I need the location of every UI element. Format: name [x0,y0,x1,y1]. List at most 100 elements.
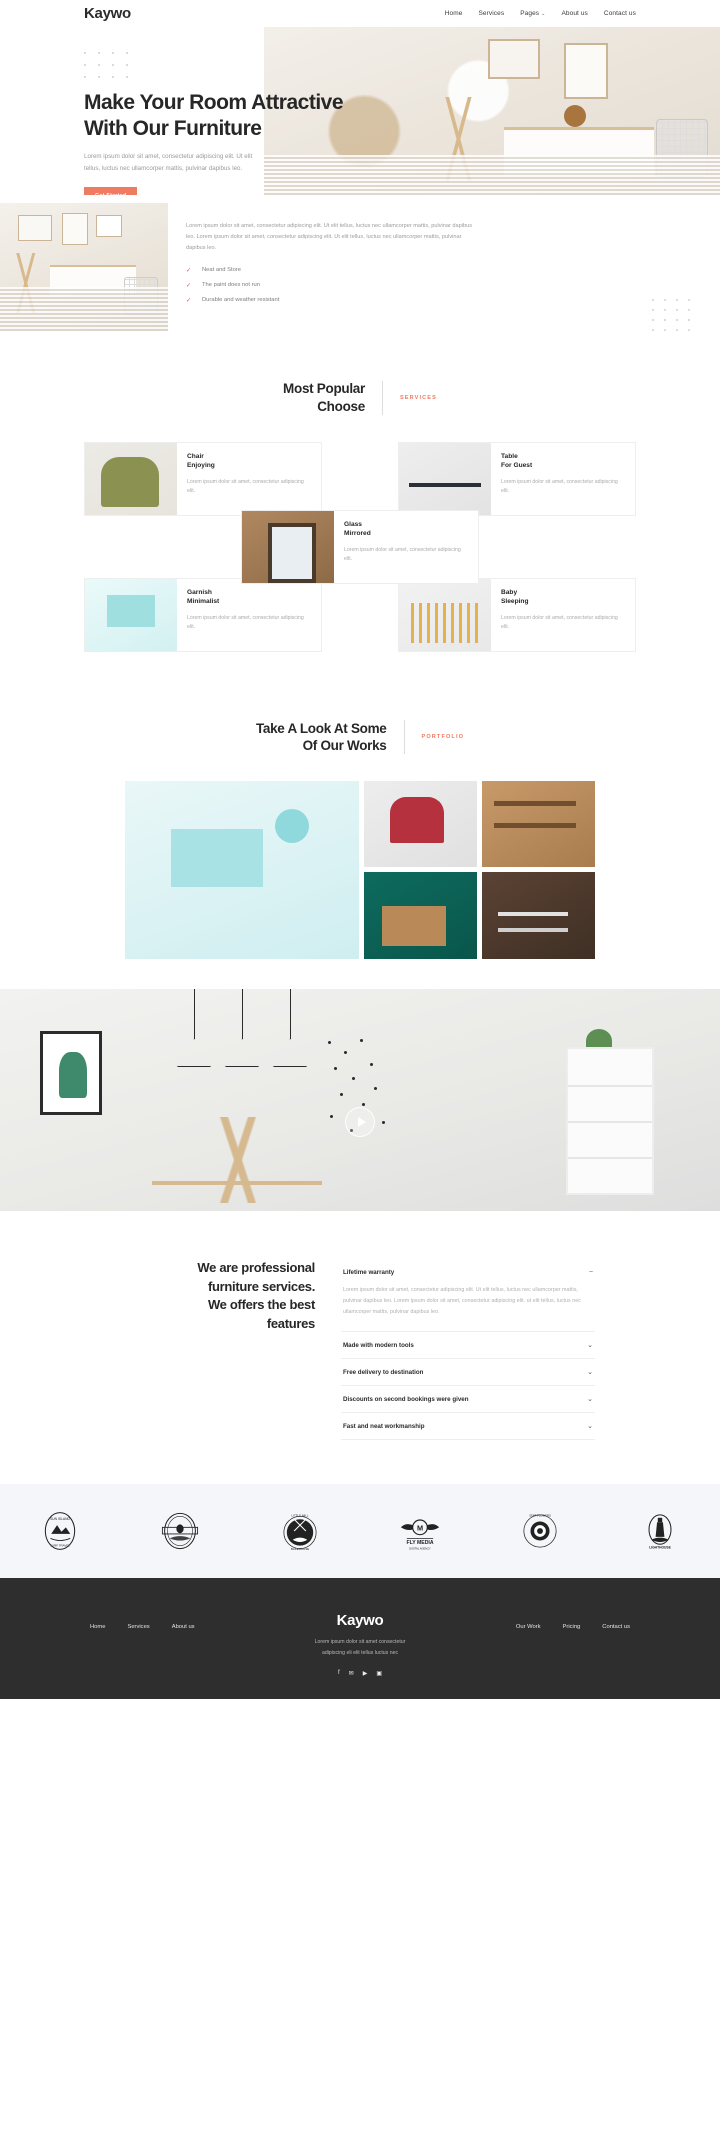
star-flowers-logo[interactable]: STAR FLOWERS [518,1509,562,1553]
portfolio-right-grid [364,781,595,960]
services-tag: SERVICES [399,394,437,401]
svg-text:BAKEHOUSE: BAKEHOUSE [291,1548,309,1552]
get-started-button[interactable]: Get Started [84,187,138,195]
service-desc: Lorem ipsum dolor sit amet, consectetur … [187,614,304,631]
dot-decor [322,1037,412,1157]
footer-brand[interactable]: Kaywo [260,1612,460,1629]
nav-item-about[interactable]: About us [561,10,587,17]
brand-logo[interactable]: Kaywo [84,5,131,22]
pendant-lamp [176,989,212,1068]
fly-media-logo[interactable]: M FLY MEDIA DIGITAL AGENCY [398,1509,442,1553]
accordion-header[interactable]: Discounts on second bookings were given … [341,1386,595,1412]
check-icon: ✓ [186,267,192,274]
nav-item-services[interactable]: Services [478,10,504,17]
chair-thumb [85,442,177,515]
portfolio-item-dining[interactable] [482,872,595,960]
basket-decor [124,277,158,315]
services-heading: Most Popular Choose SERVICES [0,380,720,416]
bookshelf-decor [566,1047,654,1196]
service-desc: Lorem ipsum dolor sit amet, consectetur … [501,478,618,495]
chevron-down-icon[interactable]: ⌄ [587,1369,593,1376]
twitter-icon[interactable]: ✉ [349,1670,354,1677]
portfolio-heading: Take A Look At Some Of Our Works PORTFOL… [0,720,720,756]
facebook-icon[interactable]: f [338,1670,340,1677]
about-image [0,203,168,331]
youtube-icon[interactable]: ▶ [363,1670,368,1677]
chevron-down-icon[interactable]: ⌄ [587,1423,593,1430]
hero-title: Make Your Room Attractive With Our Furni… [84,90,420,141]
little-mill-bakehouse-logo[interactable]: LITTLE MILL BAKEHOUSE [278,1509,322,1553]
play-icon [357,1117,366,1128]
service-card-body: Baby Sleeping Lorem ipsum dolor sit amet… [491,579,635,651]
wall-frame [96,215,122,237]
accordion-answer: Lorem ipsum dolor sit amet, consectetur … [343,1287,581,1316]
svg-text:SURF TRAVEL: SURF TRAVEL [50,1544,70,1548]
service-card-mirror[interactable]: Glass Mirrored Lorem ipsum dolor sit ame… [241,509,479,584]
faq-section: We are professional furniture services. … [0,1211,720,1485]
accordion-question: Free delivery to destination [343,1369,424,1377]
service-title-line1: Chair [187,452,204,460]
checklist-label: The paint does not run [202,282,261,289]
accordion-header[interactable]: Fast and neat workmanship ⌄ [341,1413,595,1439]
service-card-body: Table For Guest Lorem ipsum dolor sit am… [491,443,635,515]
check-icon: ✓ [186,282,192,289]
svg-text:LITTLE MILL: LITTLE MILL [292,1514,309,1518]
svg-text:SUN ISLAND: SUN ISLAND [50,1517,70,1521]
chevron-down-icon[interactable]: ⌄ [587,1342,593,1349]
footer-link-our-work[interactable]: Our Work [516,1624,541,1630]
service-title-line2: Minimalist [187,598,220,606]
badge-crest-logo[interactable] [158,1509,202,1553]
portfolio-item-green-room[interactable] [364,872,477,960]
nav-label: About us [561,10,588,17]
portfolio-item-red-chair[interactable] [364,781,477,868]
service-card-body: Garnish Minimalist Lorem ipsum dolor sit… [177,579,321,651]
faq-inner: We are professional furniture services. … [125,1259,595,1441]
hero-section: Make Your Room Attractive With Our Furni… [0,27,720,195]
sun-island-surf-travel-logo[interactable]: SUN ISLAND SURF TRAVEL [38,1509,82,1553]
faq-title-line4: features [266,1315,315,1331]
service-card-garnish[interactable]: Garnish Minimalist Lorem ipsum dolor sit… [84,577,322,652]
accordion-item-discounts: Discounts on second bookings were given … [341,1386,595,1414]
service-card-chair[interactable]: Chair Enjoying Lorem ipsum dolor sit ame… [84,441,322,516]
service-card-baby[interactable]: Baby Sleeping Lorem ipsum dolor sit amet… [398,577,636,652]
services-row-bottom: Garnish Minimalist Lorem ipsum dolor sit… [84,577,636,652]
footer-link-services[interactable]: Services [127,1624,149,1630]
svg-text:LIGHTHOUSE: LIGHTHOUSE [649,1546,671,1550]
minus-icon[interactable]: − [589,1269,593,1276]
service-title: Table For Guest [501,452,625,471]
heading-divider [381,380,383,415]
mirror-thumb [242,510,334,583]
portfolio-item-wood-shelf[interactable] [482,781,595,868]
service-card-table[interactable]: Table For Guest Lorem ipsum dolor sit am… [398,441,636,516]
nav-item-pages[interactable]: Pages ⌄ [520,10,545,17]
chevron-down-icon[interactable]: ⌄ [587,1396,593,1403]
nav-item-contact[interactable]: Contact us [604,10,636,17]
footer-link-home[interactable]: Home [90,1624,105,1630]
wall-frame [18,215,52,241]
pendant-lamp [224,989,260,1068]
faq-title-line1: We are professional [197,1260,315,1276]
hero-title-line1: Make Your Room Attractive [84,91,344,114]
portfolio-item-desk[interactable] [125,781,359,960]
footer-link-pricing[interactable]: Pricing [563,1624,581,1630]
accordion-header[interactable]: Lifetime warranty − [341,1259,595,1285]
lighthouse-logo[interactable]: LIGHTHOUSE [638,1509,682,1553]
footer-brand-block: Kaywo Lorem ipsum dolor sit amet consect… [260,1612,460,1676]
accordion-item-tools: Made with modern tools ⌄ [341,1332,595,1360]
page-root: Kaywo Home Services Pages ⌄ About us Cont… [0,0,720,1699]
accordion-header[interactable]: Made with modern tools ⌄ [341,1332,595,1358]
service-desc: Lorem ipsum dolor sit amet, consectetur … [344,546,461,563]
accordion-header[interactable]: Free delivery to destination ⌄ [341,1359,595,1385]
heading-line1: Take A Look At Some [255,720,387,736]
nav-item-home[interactable]: Home [445,10,463,17]
accordion-item-delivery: Free delivery to destination ⌄ [341,1359,595,1387]
footer-link-contact[interactable]: Contact us [602,1624,630,1630]
wall-frame [488,39,540,79]
footer-tagline-line1: Lorem ipsum dolor sit amet consectetur [314,1639,406,1646]
instagram-icon[interactable]: ▣ [376,1670,382,1677]
footer-link-about[interactable]: About us [172,1624,195,1630]
play-button[interactable] [345,1107,375,1138]
service-title: Chair Enjoying [187,452,311,471]
svg-text:DIGITAL AGENCY: DIGITAL AGENCY [409,1547,431,1551]
teddy-bear-decor [564,105,586,127]
